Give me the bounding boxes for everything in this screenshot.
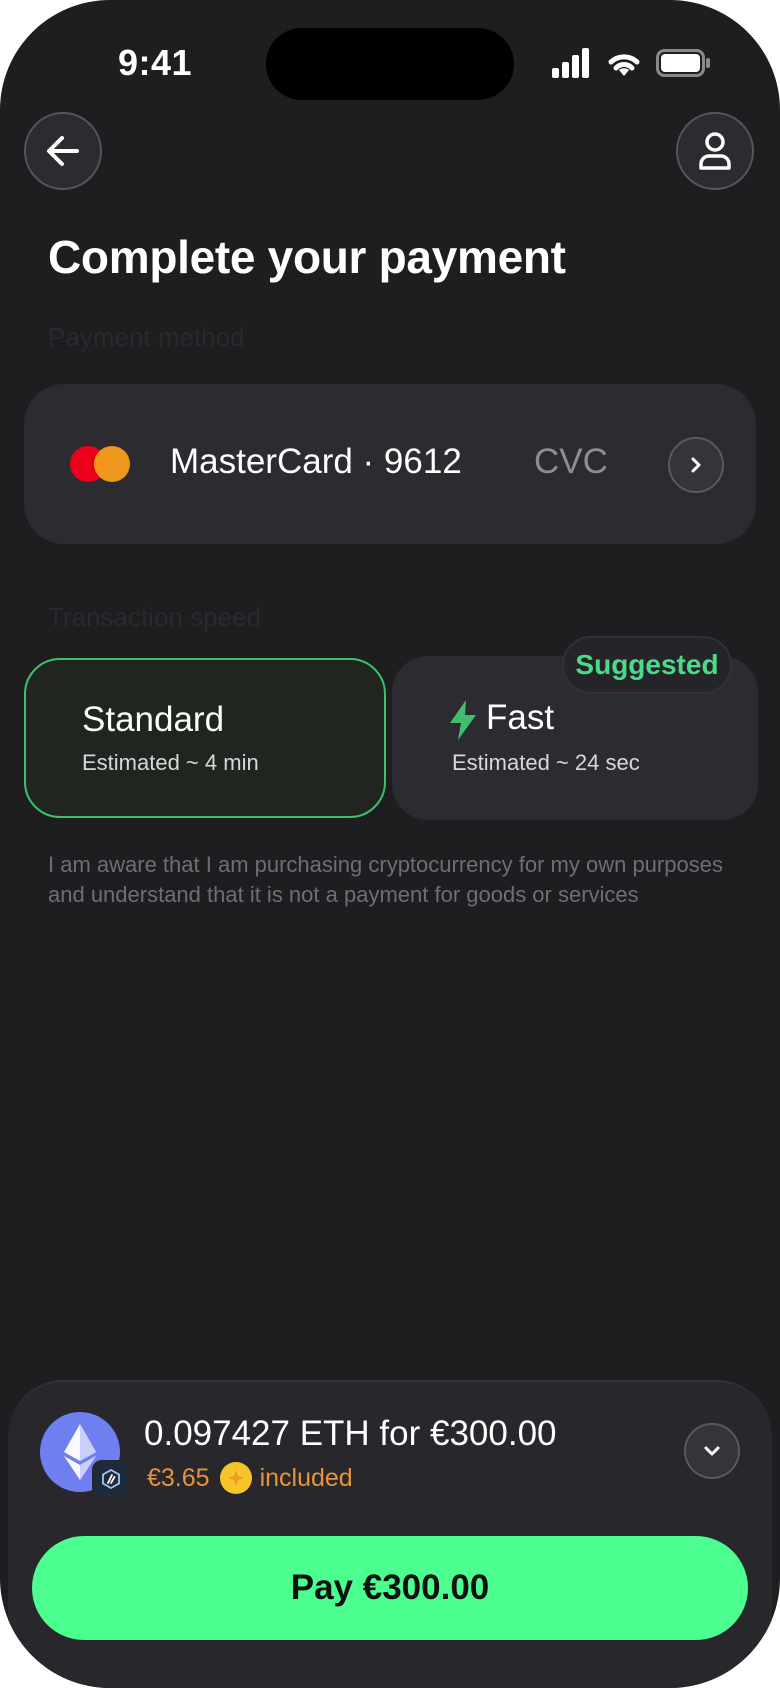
- card-next-button[interactable]: [668, 437, 724, 493]
- battery-icon: [656, 49, 710, 77]
- suggested-badge: Suggested: [562, 636, 732, 694]
- arrow-left-icon: [47, 136, 79, 166]
- back-button[interactable]: [24, 112, 102, 190]
- expand-summary-button[interactable]: [684, 1423, 740, 1479]
- pay-button[interactable]: Pay €300.00: [32, 1536, 748, 1640]
- user-icon: [699, 132, 731, 170]
- payment-method-label: Payment method: [48, 322, 245, 352]
- signal-icon: [552, 48, 589, 78]
- phone-screen: 9:41 Complete your payment Payment metho…: [0, 0, 780, 1688]
- arbitrum-network-icon: [92, 1460, 130, 1498]
- chevron-right-icon: [691, 457, 701, 473]
- speed-option-name: Standard: [82, 700, 225, 739]
- mastercard-logo-icon: [70, 446, 130, 482]
- speed-option-name: Fast: [486, 698, 555, 737]
- speed-option-standard[interactable]: Standard Estimated ~ 4 min: [24, 658, 386, 818]
- fee-summary: €3.65 included: [147, 1462, 353, 1494]
- lightning-icon: [450, 700, 476, 740]
- transaction-speed-label: Transaction speed: [48, 602, 261, 632]
- status-time: 9:41: [118, 42, 193, 83]
- cvc-field[interactable]: CVC: [534, 442, 608, 482]
- chevron-down-icon: [704, 1446, 720, 1456]
- wifi-icon: [608, 54, 640, 76]
- profile-button[interactable]: [676, 112, 754, 190]
- payment-card-selector[interactable]: MasterCard · 9612 CVC: [24, 384, 756, 544]
- speed-option-estimate: Estimated ~ 4 min: [82, 750, 259, 775]
- speed-option-estimate: Estimated ~ 24 sec: [452, 750, 640, 775]
- fee-amount: €3.65: [147, 1463, 210, 1492]
- card-label: MasterCard · 9612: [170, 442, 462, 481]
- page-title: Complete your payment: [48, 231, 566, 283]
- fee-coin-icon: [219, 1462, 252, 1494]
- dynamic-island: [266, 28, 514, 100]
- disclaimer-text: I am aware that I am purchasing cryptocu…: [48, 852, 723, 907]
- amount-summary: 0.097427 ETH for €300.00: [144, 1414, 557, 1453]
- fee-included-label: included: [259, 1463, 353, 1492]
